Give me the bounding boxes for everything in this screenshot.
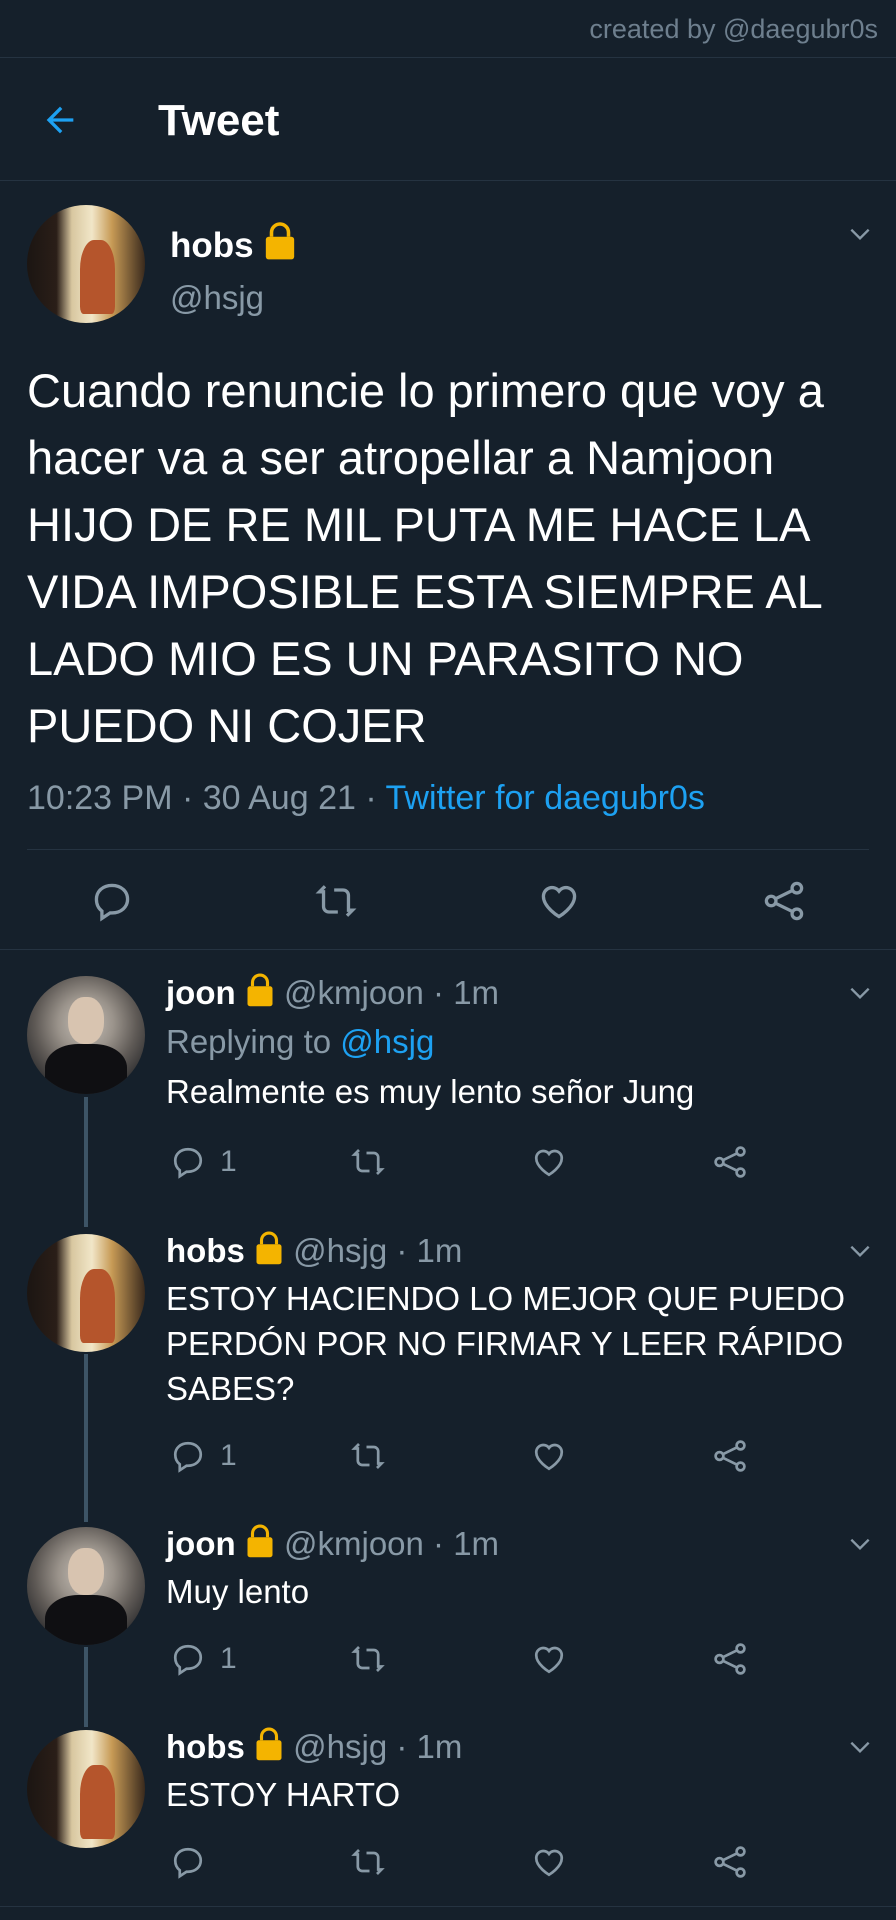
reply-icon[interactable] — [90, 879, 134, 923]
author-name[interactable]: hobs — [170, 221, 297, 266]
reply-count: 1 — [220, 1439, 237, 1472]
status-strip: created by @daegubr0s — [0, 0, 896, 58]
like-icon[interactable] — [531, 1438, 567, 1474]
reply-icon[interactable] — [170, 1438, 206, 1474]
like-icon[interactable] — [531, 1844, 567, 1880]
main-tweet: hobs @hsjg Cuando renuncie lo primero qu… — [0, 181, 896, 950]
like-icon[interactable] — [531, 1144, 567, 1180]
reply-tweet[interactable]: hobs @hsjg · 1m ESTOY HARTO — [0, 1706, 896, 1907]
avatar[interactable] — [27, 1527, 145, 1645]
like-icon[interactable] — [531, 1641, 567, 1677]
avatar[interactable] — [27, 976, 145, 1094]
credit-label: created by @daegubr0s — [589, 14, 878, 44]
replying-to-link[interactable]: @hsjg — [340, 1023, 434, 1060]
reply-tweet[interactable]: joon @kmjoon · 1m Muy lento 1 — [0, 1503, 896, 1703]
chevron-down-icon[interactable] — [847, 980, 873, 1006]
reply-tweet[interactable]: hobs @hsjg · 1m ESTOY HACIENDO LO MEJOR … — [0, 1210, 896, 1500]
author-name[interactable]: hobs — [166, 1728, 245, 1765]
author-name[interactable]: joon — [166, 1525, 236, 1562]
share-icon[interactable] — [712, 1844, 748, 1880]
reply-text: Realmente es muy lento señor Jung — [166, 1073, 695, 1110]
reply-count: 1 — [220, 1145, 237, 1178]
author-handle[interactable]: @kmjoon · 1m — [284, 974, 499, 1011]
share-icon[interactable] — [762, 879, 806, 923]
avatar[interactable] — [27, 1234, 145, 1352]
reply-header: joon @kmjoon · 1m — [166, 972, 499, 1012]
chevron-down-icon[interactable] — [847, 1531, 873, 1557]
author-handle[interactable]: @hsjg — [170, 279, 264, 317]
lock-icon — [266, 222, 295, 260]
author-handle[interactable]: @hsjg · 1m — [293, 1232, 462, 1269]
reply-text: Muy lento — [166, 1573, 310, 1610]
reply-icon[interactable] — [170, 1844, 206, 1880]
share-icon[interactable] — [712, 1144, 748, 1180]
retweet-icon[interactable] — [350, 1438, 386, 1474]
avatar[interactable] — [27, 205, 145, 323]
reply-tweet[interactable]: joon @kmjoon · 1m Replying to @hsjg Real… — [0, 950, 896, 1220]
chevron-down-icon[interactable] — [847, 1734, 873, 1760]
avatar[interactable] — [27, 1730, 145, 1848]
retweet-icon[interactable] — [350, 1144, 386, 1180]
author-name[interactable]: joon — [166, 974, 236, 1011]
retweet-icon[interactable] — [314, 879, 358, 923]
reply-header: joon @kmjoon · 1m — [166, 1523, 499, 1563]
author-handle[interactable]: @kmjoon · 1m — [284, 1525, 499, 1562]
retweet-icon[interactable] — [350, 1844, 386, 1880]
author-name[interactable]: hobs — [166, 1232, 245, 1269]
replying-to: Replying to @hsjg — [166, 1023, 435, 1060]
lock-icon — [247, 973, 273, 1007]
reply-header: hobs @hsjg · 1m — [166, 1726, 462, 1766]
like-icon[interactable] — [537, 879, 581, 923]
chevron-down-icon[interactable] — [847, 1238, 873, 1264]
reply-icon[interactable] — [170, 1144, 206, 1180]
tweet-text: Cuando renuncie lo primero que voy a hac… — [27, 364, 824, 752]
tweet-timestamp: 10:23 PM · 30 Aug 21 · — [27, 779, 386, 817]
divider — [27, 849, 869, 850]
retweet-icon[interactable] — [350, 1641, 386, 1677]
reply-text: ESTOY HACIENDO LO MEJOR QUE PUEDO PERDÓN… — [166, 1280, 846, 1407]
reply-count: 1 — [220, 1642, 237, 1675]
reply-header: hobs @hsjg · 1m — [166, 1230, 462, 1270]
tweet-source-link[interactable]: Twitter for daegubr0s — [386, 779, 705, 817]
share-icon[interactable] — [712, 1438, 748, 1474]
share-icon[interactable] — [712, 1641, 748, 1677]
chevron-down-icon[interactable] — [847, 221, 873, 247]
reply-text: ESTOY HARTO — [166, 1776, 401, 1813]
lock-icon — [247, 1524, 273, 1558]
page-title: Tweet — [158, 96, 280, 145]
reply-icon[interactable] — [170, 1641, 206, 1677]
app-header: Tweet — [0, 58, 896, 181]
lock-icon — [256, 1727, 282, 1761]
back-arrow-icon[interactable] — [40, 100, 80, 140]
lock-icon — [256, 1231, 282, 1265]
author-handle[interactable]: @hsjg · 1m — [293, 1728, 462, 1765]
tweet-meta: 10:23 PM · 30 Aug 21 · Twitter for daegu… — [27, 779, 705, 818]
